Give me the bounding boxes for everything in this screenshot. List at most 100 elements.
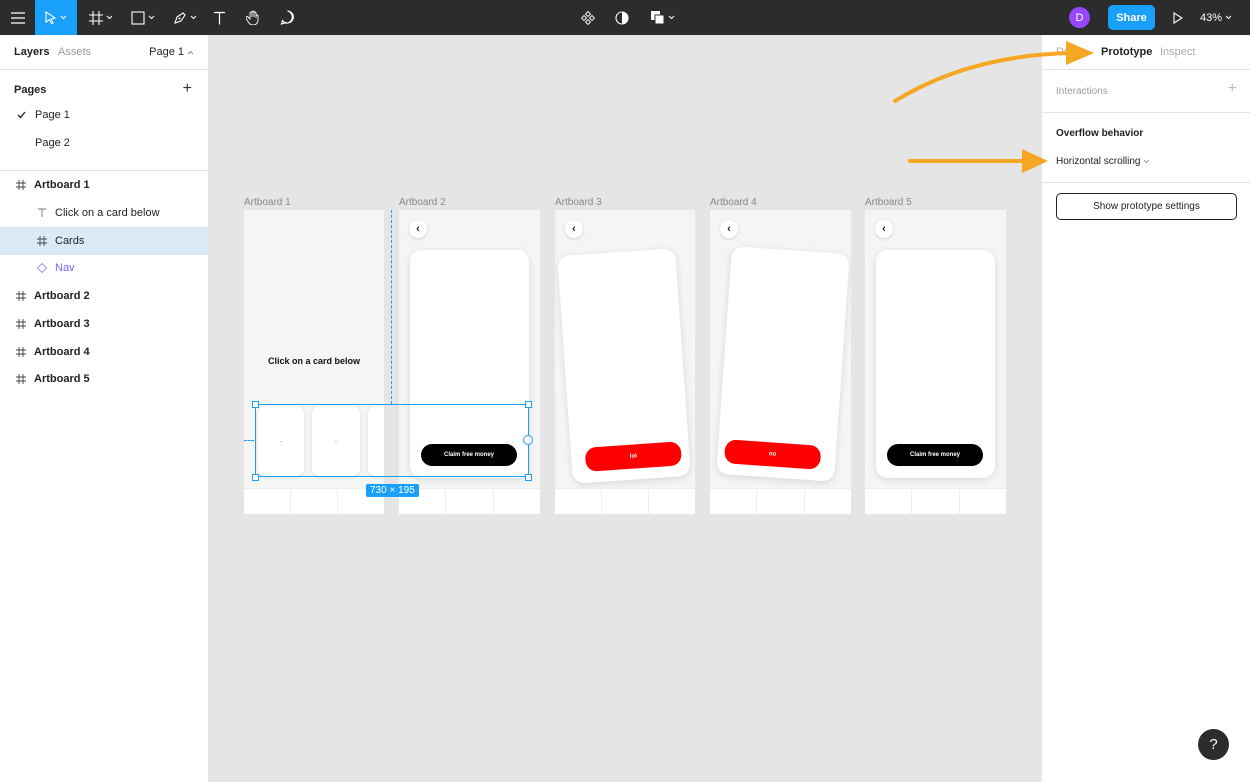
layer-artboard-5[interactable]: Artboard 5 — [0, 365, 208, 393]
layer-label: Artboard 5 — [34, 373, 90, 385]
boolean-icon — [650, 11, 664, 25]
overflow-section: Overflow behavior Horizontal scrolling — [1042, 113, 1250, 183]
tab-assets[interactable]: Assets — [58, 46, 91, 58]
layer-label: Artboard 3 — [34, 318, 90, 330]
layer-artboard-4[interactable]: Artboard 4 — [0, 338, 208, 366]
frame-icon — [14, 180, 28, 190]
back-button[interactable]: ‹ — [875, 220, 893, 238]
comment-tool-button[interactable] — [276, 0, 298, 35]
pen-tool-button[interactable] — [168, 0, 202, 35]
tab-design[interactable]: Design — [1056, 46, 1086, 58]
artboard-label-4[interactable]: Artboard 4 — [710, 197, 757, 208]
pages-title: Pages — [14, 84, 47, 96]
text-icon — [213, 11, 225, 24]
resize-handle[interactable] — [525, 401, 532, 408]
chevron-down-icon — [60, 15, 67, 20]
rectangle-icon — [131, 10, 145, 25]
artboard-4[interactable]: ‹ no — [710, 210, 851, 514]
frame-icon — [14, 291, 28, 301]
divider — [0, 170, 208, 171]
prototype-connection-handle[interactable] — [523, 435, 533, 445]
add-page-icon[interactable]: + — [183, 81, 192, 97]
artboard-label-1[interactable]: Artboard 1 — [244, 197, 291, 208]
claim-button[interactable]: Claim free money — [887, 444, 983, 466]
help-button[interactable]: ? — [1198, 729, 1229, 760]
resize-handle[interactable] — [252, 474, 259, 481]
tab-inspect[interactable]: Inspect — [1160, 46, 1195, 58]
page-item-page-2[interactable]: Page 2 — [35, 129, 205, 157]
share-button[interactable]: Share — [1108, 5, 1155, 30]
top-toolbar: D Share 43% — [0, 0, 1250, 35]
card-rotated[interactable]: no — [716, 246, 850, 482]
overflow-value: Horizontal scrolling — [1056, 156, 1141, 167]
frame-icon — [89, 10, 103, 25]
cursor-icon — [45, 10, 57, 24]
nav-bar[interactable] — [555, 488, 695, 514]
components-button[interactable] — [578, 0, 598, 35]
canvas[interactable]: Artboard 1 Artboard 2 Artboard 3 Artboar… — [209, 35, 1041, 782]
artboard-label-2[interactable]: Artboard 2 — [399, 197, 446, 208]
tab-layers[interactable]: Layers — [14, 46, 49, 58]
resize-handle[interactable] — [525, 474, 532, 481]
layer-label: Artboard 4 — [34, 346, 90, 358]
text-tool-button[interactable] — [208, 0, 230, 35]
back-button[interactable]: ‹ — [720, 220, 738, 238]
mask-button[interactable] — [612, 0, 632, 35]
frame-icon — [14, 374, 28, 384]
nav-bar[interactable] — [399, 488, 540, 514]
frame-tool-button[interactable] — [84, 0, 118, 35]
layer-label: Cards — [55, 235, 85, 247]
hamburger-icon — [10, 11, 25, 24]
interactions-section: Interactions + — [1042, 70, 1250, 113]
layer-text-click-on-card[interactable]: Click on a card below — [0, 199, 208, 227]
lol-button[interactable]: lol — [584, 441, 683, 472]
layer-label: Artboard 2 — [34, 290, 90, 302]
frame-icon — [14, 347, 28, 357]
chevron-down-icon — [1144, 159, 1150, 164]
back-button[interactable]: ‹ — [409, 220, 427, 238]
back-button[interactable]: ‹ — [565, 220, 583, 238]
chevron-down-icon — [106, 15, 113, 20]
layer-artboard-3[interactable]: Artboard 3 — [0, 310, 208, 338]
page-item-page-1[interactable]: Page 1 — [14, 101, 204, 129]
resize-handle[interactable] — [252, 401, 259, 408]
layer-artboard-2[interactable]: Artboard 2 — [0, 282, 208, 310]
artboard-5[interactable]: ‹ Claim free money — [865, 210, 1006, 514]
hand-tool-button[interactable] — [242, 0, 264, 35]
layer-label: Artboard 1 — [34, 179, 90, 191]
contrast-icon — [615, 10, 629, 25]
artboard-label-5[interactable]: Artboard 5 — [865, 197, 912, 208]
zoom-menu[interactable]: 43% — [1200, 0, 1232, 35]
show-prototype-settings-button[interactable]: Show prototype settings — [1056, 193, 1237, 220]
overflow-dropdown[interactable]: Horizontal scrolling — [1056, 156, 1150, 167]
tab-prototype[interactable]: Prototype — [1101, 46, 1152, 58]
artboard-3[interactable]: ‹ lol — [555, 210, 695, 514]
artboard-label-3[interactable]: Artboard 3 — [555, 197, 602, 208]
no-button[interactable]: no — [723, 439, 822, 470]
hand-icon — [246, 10, 259, 25]
page-selector[interactable]: Page 1 — [149, 46, 194, 58]
present-button[interactable] — [1168, 0, 1188, 35]
nav-bar[interactable] — [710, 488, 851, 514]
move-tool-button[interactable] — [35, 0, 77, 35]
chevron-left-icon: ‹ — [882, 223, 886, 235]
layer-nav[interactable]: Nav — [0, 254, 208, 282]
selection-box[interactable] — [255, 404, 529, 477]
chevron-down-icon — [190, 15, 197, 20]
main-menu-button[interactable] — [0, 0, 35, 35]
comment-icon — [280, 10, 294, 25]
shape-tool-button[interactable] — [126, 0, 160, 35]
avatar[interactable]: D — [1069, 7, 1090, 28]
check-icon — [14, 111, 28, 119]
add-interaction-icon[interactable]: + — [1228, 81, 1237, 97]
overflow-title: Overflow behavior — [1056, 128, 1144, 139]
text-layer-icon — [35, 208, 49, 218]
components-icon — [581, 10, 595, 25]
chevron-left-icon: ‹ — [572, 223, 576, 235]
card-rotated[interactable]: lol — [557, 248, 691, 484]
nav-bar[interactable] — [865, 488, 1006, 514]
boolean-button[interactable] — [646, 0, 678, 35]
nav-bar[interactable] — [244, 488, 384, 514]
layer-artboard-1[interactable]: Artboard 1 — [0, 171, 208, 199]
layer-cards[interactable]: Cards — [0, 227, 208, 255]
